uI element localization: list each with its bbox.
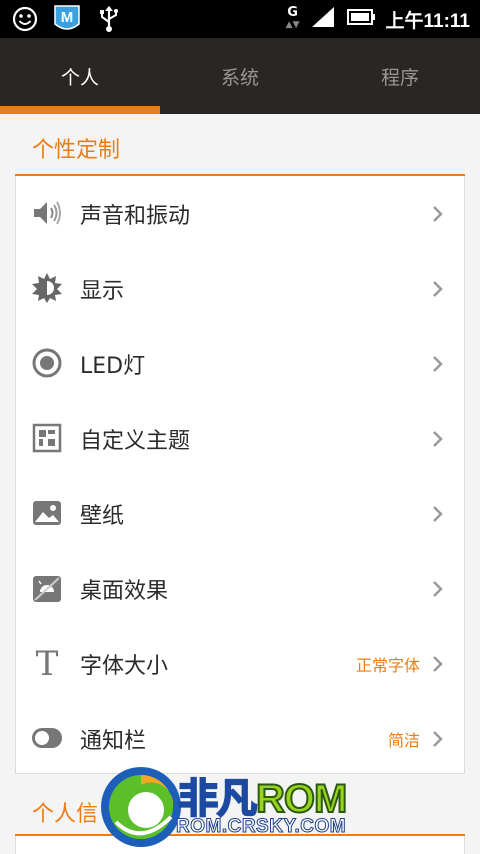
section-title-personal-info: 个人信: [32, 802, 99, 827]
chevron-right-icon: [433, 581, 443, 597]
svg-text:M: M: [61, 9, 74, 26]
settings-item-led[interactable]: LED灯: [16, 326, 464, 401]
chevron-right-icon: [433, 206, 443, 222]
watermark-brand-cn: 非凡: [177, 776, 258, 822]
chevron-right-icon: [433, 656, 443, 672]
settings-item-label: 自定义主题: [80, 428, 191, 454]
settings-item-label: 壁纸: [80, 503, 125, 529]
battery-icon: [346, 8, 376, 30]
tab-apps[interactable]: 程序: [320, 38, 480, 114]
settings-item-theme[interactable]: 自定义主题: [16, 401, 464, 476]
smiley-icon: [10, 4, 40, 34]
theme-icon: [30, 421, 64, 455]
tab-label: 程序: [380, 66, 419, 89]
tab-bar: 个人 系统 程序: [0, 38, 480, 114]
settings-item-desktop-effects[interactable]: 桌面效果: [16, 551, 464, 626]
settings-list: 声音和振动 显示 LED灯 自定义主题 壁纸 桌面效果 T 字体大小 正常字体 …: [15, 176, 465, 774]
chevron-right-icon: [433, 281, 443, 297]
settings-item-label: 桌面效果: [80, 578, 169, 604]
tab-system[interactable]: 系统: [160, 38, 320, 114]
signal-icon: [310, 5, 336, 33]
settings-item-wallpaper[interactable]: 壁纸: [16, 476, 464, 551]
toggle-icon: [30, 721, 64, 755]
network-type-indicator: G ▲▼: [285, 5, 300, 30]
brightness-icon: [30, 271, 64, 305]
active-tab-indicator: [0, 106, 160, 114]
settings-item-font-size[interactable]: T 字体大小 正常字体: [16, 626, 464, 701]
status-bar: M G ▲▼ 上午11:11: [0, 0, 480, 38]
watermark-url: ROM.CRSKY.COM: [175, 816, 347, 838]
svg-text:T: T: [36, 647, 59, 679]
font-icon: T: [30, 646, 64, 680]
chevron-right-icon: [433, 731, 443, 747]
watermark-brand-rom: ROM: [255, 776, 348, 822]
settings-item-label: 字体大小: [80, 653, 169, 679]
settings-item-label: LED灯: [80, 353, 146, 379]
m-app-icon: M: [52, 4, 82, 34]
wallpaper-icon: [30, 496, 64, 530]
settings-item-label: 显示: [80, 278, 125, 304]
chevron-right-icon: [433, 431, 443, 447]
tab-label: 个人: [60, 66, 99, 89]
speaker-icon: [30, 196, 64, 230]
watermark-logo: 非凡ROM ROM.CRSKY.COM: [96, 758, 396, 854]
settings-item-sound[interactable]: 声音和振动: [16, 176, 464, 251]
settings-item-display[interactable]: 显示: [16, 251, 464, 326]
watermark-swirl-icon: [101, 767, 181, 847]
led-icon: [30, 346, 64, 380]
usb-icon: [94, 4, 124, 34]
settings-item-value: 简洁: [387, 730, 420, 750]
tab-personal[interactable]: 个人: [0, 38, 160, 114]
chevron-right-icon: [433, 356, 443, 372]
desktop-effect-icon: [30, 571, 64, 605]
settings-item-label: 声音和振动: [80, 203, 191, 229]
section-title-personalize: 个性定制: [32, 138, 121, 163]
clock: 上午11:11: [385, 10, 471, 32]
chevron-right-icon: [433, 506, 443, 522]
tab-label: 系统: [220, 66, 259, 89]
settings-item-value: 正常字体: [355, 655, 420, 675]
settings-item-label: 通知栏: [80, 728, 147, 754]
